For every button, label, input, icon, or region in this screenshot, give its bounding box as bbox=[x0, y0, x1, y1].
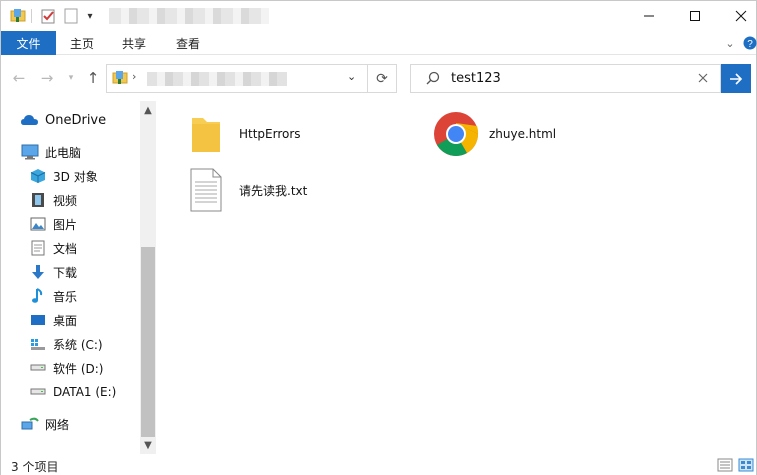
onedrive-icon bbox=[21, 111, 39, 129]
file-list: HttpErrors zhuye.html 请先读我.txt bbox=[156, 101, 756, 454]
sidebar-item-desktop[interactable]: 桌面 bbox=[29, 308, 77, 332]
sidebar-item-drive-c[interactable]: 系统 (C:) bbox=[29, 332, 103, 356]
drive-c-icon bbox=[29, 335, 47, 353]
scroll-down-arrow-icon[interactable]: ▼ bbox=[140, 437, 156, 453]
search-box[interactable]: test123 bbox=[410, 64, 721, 93]
location-icon bbox=[112, 70, 128, 89]
close-button[interactable] bbox=[718, 1, 757, 31]
search-icon bbox=[425, 71, 441, 90]
title-bar: ▾ bbox=[1, 1, 756, 31]
file-name: zhuye.html bbox=[489, 127, 557, 141]
maximize-button[interactable] bbox=[672, 1, 718, 31]
download-icon bbox=[29, 263, 47, 281]
scroll-up-arrow-icon[interactable]: ▲ bbox=[140, 102, 156, 118]
file-name: 请先读我.txt bbox=[239, 183, 308, 198]
expand-ribbon-chevron-icon[interactable]: ⌄ bbox=[722, 35, 738, 51]
pictures-icon bbox=[29, 215, 47, 233]
folder-icon bbox=[181, 109, 231, 159]
search-go-button[interactable] bbox=[721, 64, 751, 93]
this-pc-icon bbox=[21, 143, 39, 161]
drive-icon bbox=[29, 359, 47, 377]
network-icon bbox=[21, 415, 39, 433]
svg-text:?: ? bbox=[747, 39, 753, 50]
file-item[interactable]: 请先读我.txt bbox=[181, 165, 307, 215]
file-name: HttpErrors bbox=[239, 127, 301, 141]
large-icons-view-icon[interactable] bbox=[738, 458, 754, 472]
sidebar-item-videos[interactable]: 视频 bbox=[29, 188, 77, 212]
refresh-button[interactable]: ⟳ bbox=[368, 64, 397, 93]
recent-locations-chevron-icon[interactable]: ▾ bbox=[61, 68, 81, 88]
status-bar: 3 个项目 bbox=[1, 455, 756, 475]
properties-icon[interactable] bbox=[39, 7, 57, 25]
breadcrumb-separator-icon[interactable]: › bbox=[132, 70, 136, 83]
ribbon-tab-bar: 文件 主页 共享 查看 ⌄ ? bbox=[1, 31, 757, 55]
help-icon[interactable]: ? bbox=[742, 35, 757, 51]
address-dropdown-chevron-icon[interactable]: ⌄ bbox=[347, 70, 356, 83]
file-item[interactable]: HttpErrors bbox=[181, 109, 301, 159]
sidebar-item-documents[interactable]: 文档 bbox=[29, 236, 77, 260]
sidebar-item-pictures[interactable]: 图片 bbox=[29, 212, 77, 236]
sidebar-item-drive-d[interactable]: 软件 (D:) bbox=[29, 356, 103, 380]
tab-share[interactable]: 共享 bbox=[108, 31, 160, 55]
item-count: 3 个项目 bbox=[11, 460, 59, 474]
sidebar-item-downloads[interactable]: 下载 bbox=[29, 260, 77, 284]
new-folder-icon[interactable] bbox=[62, 7, 80, 25]
navigation-scrollbar[interactable]: ▲ ▼ bbox=[140, 101, 156, 454]
address-bar[interactable]: › ⌄ bbox=[106, 64, 368, 93]
text-file-icon bbox=[181, 165, 231, 215]
tab-home[interactable]: 主页 bbox=[56, 31, 108, 55]
sidebar-item-this-pc[interactable]: 此电脑 bbox=[21, 140, 81, 164]
file-explorer-window: ▾ 文件 主页 共享 查看 ⌄ ? ← → ▾ ↑ › ⌄ ⟳ test123 … bbox=[0, 0, 757, 475]
address-row: ← → ▾ ↑ › ⌄ ⟳ test123 bbox=[1, 56, 756, 100]
clear-search-icon[interactable] bbox=[697, 72, 709, 87]
tab-view[interactable]: 查看 bbox=[160, 31, 216, 55]
customize-quick-access-chevron-icon[interactable]: ▾ bbox=[81, 7, 99, 25]
minimize-button[interactable] bbox=[626, 1, 672, 31]
sidebar-item-onedrive[interactable]: OneDrive bbox=[21, 108, 106, 132]
video-icon bbox=[29, 191, 47, 209]
address-path-blurred bbox=[147, 72, 287, 86]
file-item[interactable]: zhuye.html bbox=[431, 109, 556, 159]
drive-icon bbox=[29, 383, 47, 401]
sidebar-item-network[interactable]: 网络 bbox=[21, 412, 69, 436]
search-input[interactable]: test123 bbox=[451, 71, 501, 86]
documents-icon bbox=[29, 239, 47, 257]
music-icon bbox=[29, 287, 47, 305]
chrome-icon bbox=[431, 109, 481, 159]
quick-access-divider bbox=[31, 9, 32, 23]
sidebar-item-3d-objects[interactable]: 3D 对象 bbox=[29, 164, 98, 188]
sidebar-item-drive-e[interactable]: DATA1 (E:) bbox=[29, 380, 116, 404]
up-arrow-icon[interactable]: ↑ bbox=[83, 68, 103, 88]
sidebar-item-music[interactable]: 音乐 bbox=[29, 284, 77, 308]
back-arrow-icon[interactable]: ← bbox=[9, 68, 29, 88]
navigation-pane: OneDrive 此电脑 3D 对象 视频 图片 文档 下载 音乐 桌面 系统 … bbox=[1, 101, 156, 454]
window-title-blurred bbox=[109, 8, 269, 24]
scrollbar-thumb[interactable] bbox=[141, 247, 155, 437]
explorer-app-icon[interactable] bbox=[9, 7, 27, 25]
3d-objects-icon bbox=[29, 167, 47, 185]
details-view-icon[interactable] bbox=[717, 458, 733, 472]
desktop-icon bbox=[29, 311, 47, 329]
forward-arrow-icon[interactable]: → bbox=[37, 68, 57, 88]
tab-file[interactable]: 文件 bbox=[1, 31, 56, 55]
